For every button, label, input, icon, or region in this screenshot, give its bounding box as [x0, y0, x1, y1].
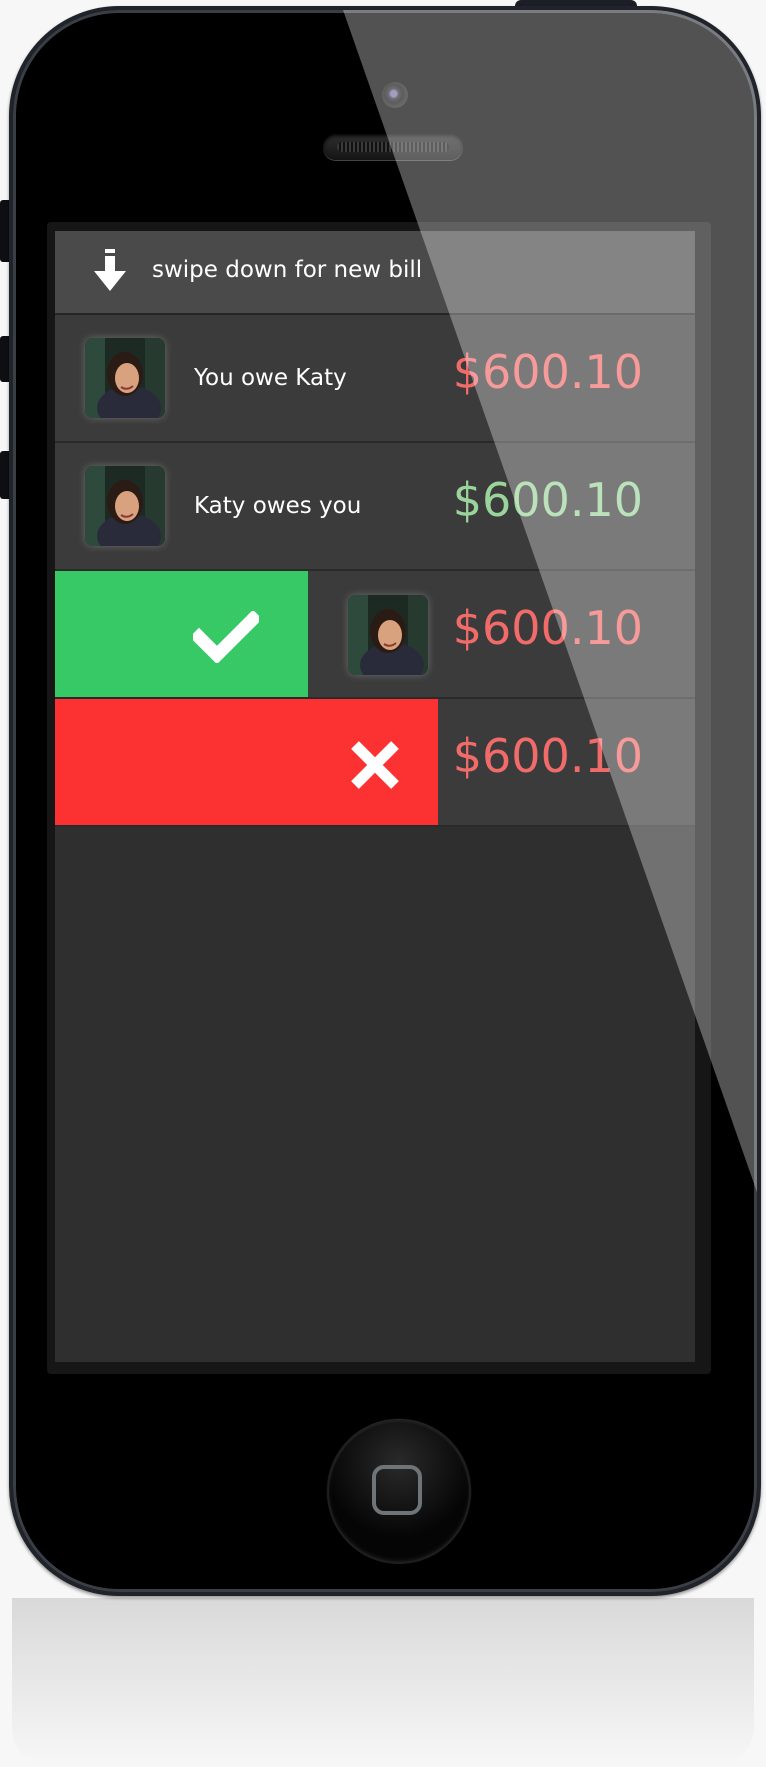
bill-amount: $600.10 — [452, 345, 643, 399]
earpiece-speaker — [323, 134, 463, 160]
swipe-down-header[interactable]: swipe down for new bill — [55, 231, 695, 315]
phone-reflection — [12, 1598, 754, 1767]
front-camera — [382, 82, 408, 108]
avatar — [85, 466, 165, 546]
bill-amount: $600.10 — [452, 473, 643, 527]
swipe-hint-text: swipe down for new bill — [152, 257, 423, 283]
avatar — [85, 338, 165, 418]
home-square-icon — [372, 1465, 422, 1515]
checkmark-icon — [193, 611, 259, 663]
bill-label: You owe Katy — [194, 365, 347, 391]
bill-label: Katy owes you — [194, 493, 362, 519]
bill-amount: $600.10 — [452, 729, 643, 783]
close-icon — [351, 741, 399, 789]
bill-row-you-owe[interactable]: You owe Katy $600.10 — [55, 315, 695, 443]
bill-row-swipe-accept[interactable]: $600.10 — [55, 571, 695, 699]
arrow-down-icon — [94, 249, 126, 291]
bill-amount: $600.10 — [452, 601, 643, 655]
home-button[interactable] — [327, 1420, 471, 1564]
avatar — [348, 595, 428, 675]
reject-action[interactable] — [55, 699, 438, 825]
accept-action[interactable] — [55, 571, 308, 697]
app-screen[interactable]: swipe down for new bill You owe Katy $60… — [55, 231, 695, 1362]
bill-row-swipe-reject[interactable]: $600.10 — [55, 699, 695, 827]
bill-row-owes-you[interactable]: Katy owes you $600.10 — [55, 443, 695, 571]
